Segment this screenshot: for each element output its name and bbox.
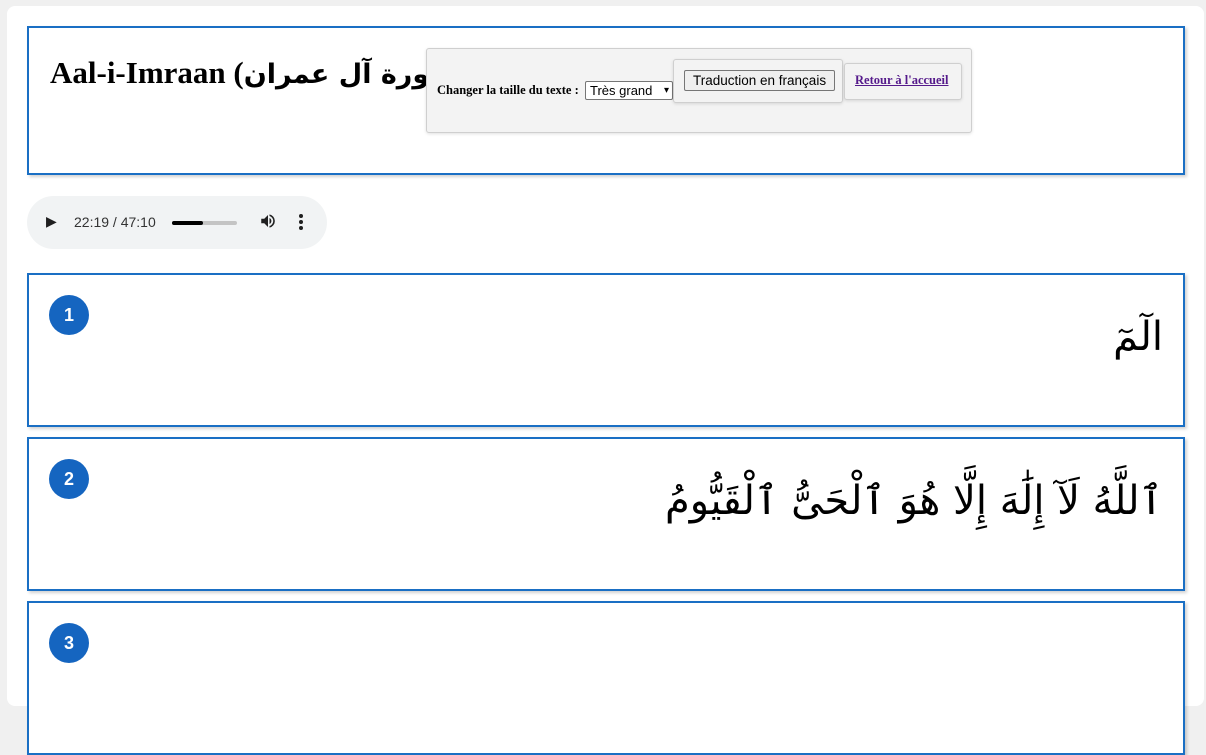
verse-card: 2 ٱللَّهُ لَآ إِلَٰهَ إِلَّا هُوَ ٱلْحَى… <box>27 437 1185 591</box>
verse-number-badge: 1 <box>49 295 89 335</box>
audio-progress-track[interactable] <box>172 221 237 225</box>
translation-box: Traduction en français <box>673 59 843 103</box>
chevron-down-icon: ▾ <box>663 85 669 96</box>
play-icon[interactable]: ▶ <box>46 214 57 230</box>
surah-title-arabic: سورة آل عمران <box>243 59 456 90</box>
audio-time: 22:19 / 47:10 <box>74 214 156 230</box>
text-size-select[interactable]: Très grand ▾ <box>585 81 673 100</box>
surah-title-latin: Aal-i-Imraan ( <box>50 55 244 90</box>
volume-icon[interactable] <box>259 212 277 234</box>
page-container: Aal-i-Imraan (سورة آل عمران) Changer la … <box>7 6 1204 755</box>
more-options-icon[interactable] <box>295 212 307 236</box>
home-link[interactable]: Retour à l'accueil <box>855 73 949 88</box>
verse-card: 1 الٓمٓ <box>27 273 1185 427</box>
audio-progress-fill <box>172 221 203 225</box>
translation-button[interactable]: Traduction en français <box>684 70 836 91</box>
verse-number-badge: 2 <box>49 459 89 499</box>
text-size-value: Très grand <box>590 83 653 98</box>
controls-panel: Changer la taille du texte : Très grand … <box>426 48 972 133</box>
verse-text: ٱللَّهُ لَآ إِلَٰهَ إِلَّا هُوَ ٱلْحَىُّ… <box>665 478 1163 524</box>
surah-title: Aal-i-Imraan (سورة آل عمران) <box>50 55 466 91</box>
text-size-label: Changer la taille du texte : <box>437 83 579 97</box>
audio-player: ▶ 22:19 / 47:10 <box>27 196 327 249</box>
surah-header: Aal-i-Imraan (سورة آل عمران) Changer la … <box>27 26 1185 175</box>
verse-number-badge: 3 <box>49 623 89 663</box>
verse-card: 3 <box>27 601 1185 755</box>
home-link-box: Retour à l'accueil <box>844 63 962 100</box>
verse-text: الٓمٓ <box>1113 314 1163 360</box>
